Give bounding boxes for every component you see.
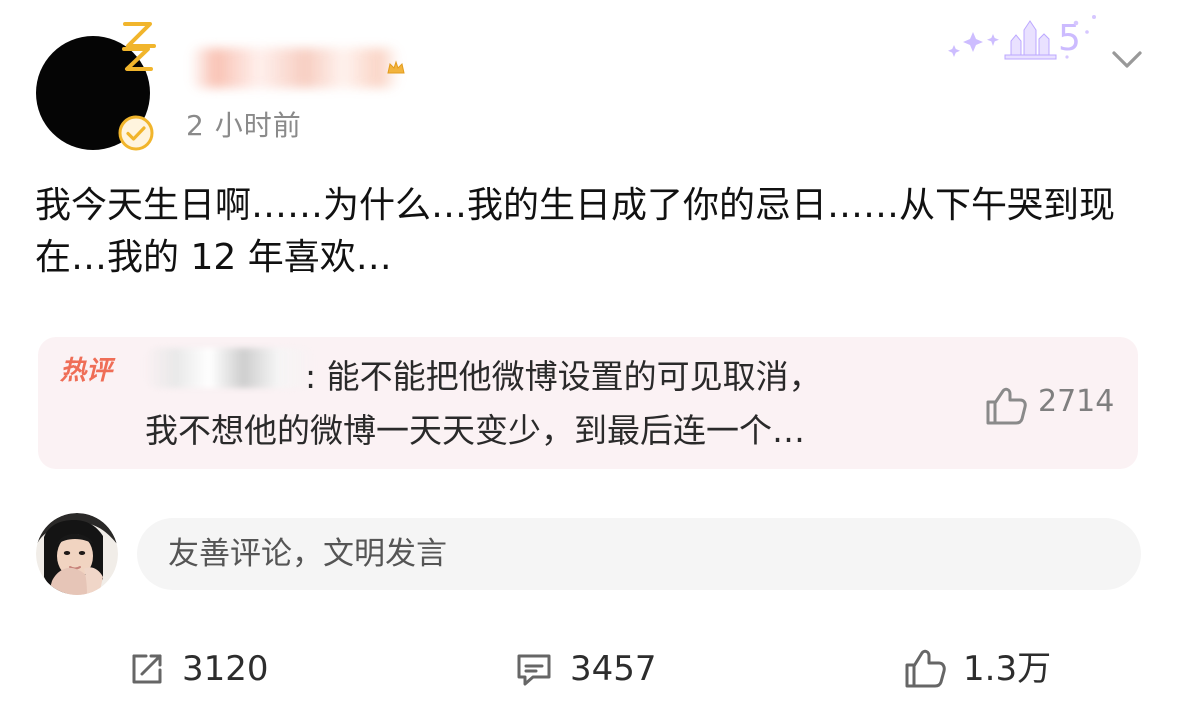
hot-comment-line-2: 我不想他的微博一天天变少，到最后连一个… <box>145 411 805 450</box>
hot-comment-badge-text: 热评 <box>60 356 116 386</box>
repost-count: 3120 <box>182 649 269 689</box>
thumb-up-icon <box>905 649 946 688</box>
post-text: 我今天生日啊……为什么…我的生日成了你的忌日……从下午哭到现在…我的 12 年喜… <box>35 185 1116 278</box>
current-user-avatar-image <box>36 513 118 595</box>
decor-icon: 5 <box>948 15 1096 60</box>
hot-comment-like-count: 2714 <box>1038 384 1115 419</box>
comment-input[interactable] <box>137 518 1141 590</box>
hot-comment-line-1: : 能不能把他微博设置的可见取消， <box>305 357 822 396</box>
comment-count: 3457 <box>570 649 657 689</box>
comment-icon <box>517 654 551 686</box>
hot-comment-badge: 热评 <box>60 356 116 386</box>
username-blur <box>190 48 400 88</box>
username[interactable] <box>190 48 405 88</box>
current-user-avatar[interactable] <box>36 513 118 595</box>
like-count: 1.3万 <box>963 649 1052 689</box>
post-timestamp: 2 小时前 <box>186 109 302 142</box>
author-avatar-wrap[interactable] <box>36 22 156 152</box>
like-action[interactable]: 1.3万 <box>901 640 1051 698</box>
chevron-down-icon[interactable] <box>1106 45 1148 75</box>
crown-icon <box>387 60 405 74</box>
verified-badge-icon <box>118 115 154 151</box>
comment-action[interactable]: 3457 <box>512 640 657 698</box>
hot-comment-text: : 能不能把他微博设置的可见取消， 我不想他的微博一天天变少，到最后连一个… <box>145 350 945 458</box>
repost-action[interactable]: 3120 <box>126 640 269 698</box>
share-icon <box>132 654 162 684</box>
sleep-icon <box>122 22 156 71</box>
thumb-up-icon[interactable] <box>983 383 1029 429</box>
